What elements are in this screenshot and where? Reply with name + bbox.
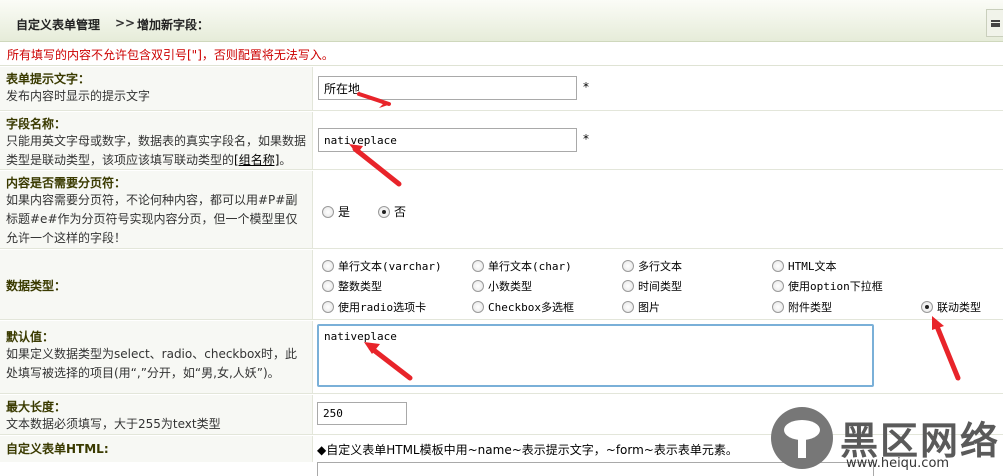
field-name-label: 字段名称： <box>6 117 67 131</box>
default-value-textarea[interactable]: nativeplace <box>317 324 874 387</box>
default-value-label: 默认值： <box>6 330 55 344</box>
row-pagination: 内容是否需要分页符： 如果内容需要分页符，不论何种内容，都可以用#P#副标题#e… <box>0 171 1003 249</box>
custom-html-label: 自定义表单HTML: <box>6 442 109 456</box>
radio-icon[interactable] <box>622 301 634 313</box>
breadcrumb-current: 增加新字段： <box>137 18 210 32</box>
pagination-option-no[interactable]: 否 <box>378 203 406 220</box>
radio-icon[interactable] <box>322 260 334 272</box>
radio-selected-icon[interactable] <box>378 206 390 218</box>
type-option-image[interactable]: 图片 <box>622 299 660 315</box>
radio-icon[interactable] <box>772 280 784 292</box>
radio-selected-icon[interactable] <box>921 301 933 313</box>
type-option-multiline[interactable]: 多行文本 <box>622 258 682 274</box>
type-option-char[interactable]: 单行文本(char) <box>472 258 572 274</box>
breadcrumb-parent[interactable]: 自定义表单管理 <box>16 16 100 33</box>
row-data-type: 数据类型： 单行文本(varchar) 单行文本(char) 多行文本 HTML… <box>0 250 1003 320</box>
type-option-radio[interactable]: 使用radio选项卡 <box>322 299 426 315</box>
row-field-name: 字段名称： 只能用英文字母或数字，数据表的真实字段名，如果数据类型是联动类型，该… <box>0 112 1003 170</box>
row-default-value: 默认值： 如果定义数据类型为select、radio、checkbox时，此处填… <box>0 321 1003 394</box>
type-option-select[interactable]: 使用option下拉框 <box>772 278 883 294</box>
row-prompt-text: 表单提示文字： 发布内容时显示的提示文字 * <box>0 67 1003 111</box>
data-type-label: 数据类型： <box>6 279 67 293</box>
field-name-input[interactable] <box>318 128 577 152</box>
type-option-linkage[interactable]: 联动类型 <box>921 299 981 315</box>
type-option-integer[interactable]: 整数类型 <box>322 278 382 294</box>
radio-icon[interactable] <box>622 280 634 292</box>
page-header: 自定义表单管理 >> 增加新字段： <box>0 0 1003 42</box>
default-value-desc: 如果定义数据类型为select、radio、checkbox时，此处填写被选择的… <box>6 347 298 380</box>
type-option-datetime[interactable]: 时间类型 <box>622 278 682 294</box>
quote-warning: 所有填写的内容不允许包含双引号["]，否则配置将无法写入。 <box>0 42 1003 66</box>
max-length-label: 最大长度： <box>6 400 67 414</box>
required-mark: * <box>583 80 589 94</box>
watermark-logo-icon <box>771 407 833 469</box>
radio-icon[interactable] <box>772 260 784 272</box>
menu-toggle-button[interactable] <box>986 9 1003 37</box>
group-name-link[interactable]: [组名称] <box>234 153 279 167</box>
type-option-checkbox[interactable]: Checkbox多选框 <box>472 299 574 315</box>
radio-icon[interactable] <box>622 260 634 272</box>
radio-icon[interactable] <box>322 280 334 292</box>
radio-icon[interactable] <box>472 280 484 292</box>
prompt-desc: 发布内容时显示的提示文字 <box>6 89 151 103</box>
type-option-html[interactable]: HTML文本 <box>772 258 837 274</box>
menu-icon <box>990 19 1000 27</box>
radio-icon[interactable] <box>772 301 784 313</box>
radio-icon[interactable] <box>322 206 334 218</box>
radio-icon[interactable] <box>472 260 484 272</box>
radio-icon[interactable] <box>472 301 484 313</box>
custom-html-note: ◆自定义表单HTML模板中用~name~表示提示文字，~form~表示表单元素。 <box>317 443 738 457</box>
watermark-url: www.heiqu.com <box>846 456 950 471</box>
site-watermark: 黑区网络 www.heiqu.com <box>768 402 1003 474</box>
breadcrumb-separator: >> <box>115 16 136 30</box>
type-option-varchar[interactable]: 单行文本(varchar) <box>322 258 442 274</box>
pagination-label: 内容是否需要分页符： <box>6 176 127 190</box>
max-length-desc: 文本数据必须填写，大于255为text类型 <box>6 417 221 431</box>
required-mark: * <box>583 132 589 146</box>
max-length-input[interactable] <box>317 402 407 425</box>
pagination-desc: 如果内容需要分页符，不论何种内容，都可以用#P#副标题#e#作为分页符号实现内容… <box>6 193 298 245</box>
prompt-label: 表单提示文字： <box>6 72 91 86</box>
radio-icon[interactable] <box>322 301 334 313</box>
prompt-input[interactable] <box>318 76 577 100</box>
type-option-decimal[interactable]: 小数类型 <box>472 278 532 294</box>
type-option-attachment[interactable]: 附件类型 <box>772 299 832 315</box>
pagination-option-yes[interactable]: 是 <box>322 203 350 220</box>
